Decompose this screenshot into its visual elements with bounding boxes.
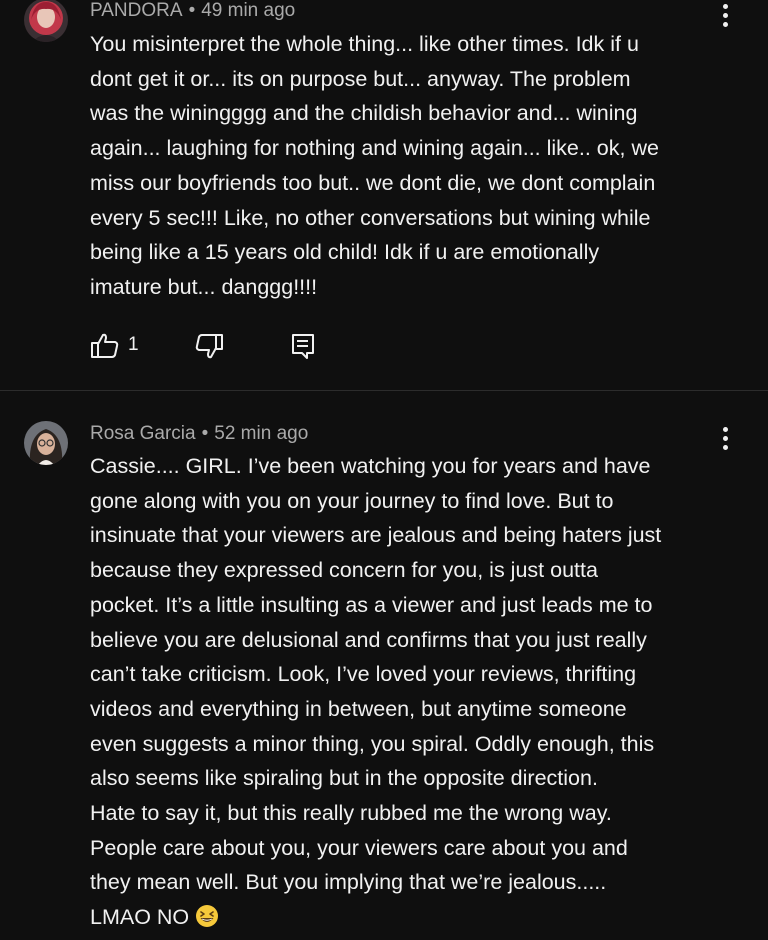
avatar[interactable] (24, 0, 68, 42)
meta-separator: • (188, 0, 196, 21)
comment-text-line: was the winingggg and the childish behav… (90, 101, 638, 126)
comment-author[interactable]: PANDORA (90, 0, 183, 21)
thumbs-up-icon (91, 333, 119, 358)
reply-icon (292, 334, 314, 359)
comment-text-line: again... laughing for nothing and wining… (90, 136, 659, 161)
comment-text: You misinterpret the whole thing... like… (90, 27, 730, 305)
comment-meta: PANDORA • 49 min ago (90, 0, 295, 22)
comment-text-line: pocket. It’s a little insulting as a vie… (90, 592, 653, 617)
comment-text-line: miss our boyfriends too but.. we dont di… (90, 170, 656, 195)
reply-button[interactable] (288, 331, 318, 361)
comment-text-line: videos and everything in between, but an… (90, 696, 627, 721)
dislike-button[interactable] (194, 331, 226, 361)
comment-text-line: also seems like spiraling but in the opp… (90, 766, 598, 791)
comment-text-line: LMAO NO (90, 905, 190, 930)
comment-pandora: PANDORA • 49 min ago You misinterpret the … (0, 0, 768, 390)
comment-text-line: Cassie.... GIRL. I’ve been watching you … (90, 454, 651, 478)
avatar-icon (24, 421, 68, 465)
comment-text-line: believe you are delusional and confirms … (90, 627, 647, 652)
like-count: 1 (128, 334, 139, 355)
comment-text-line: because they expressed concern for you, … (90, 558, 598, 583)
like-button[interactable]: 1 (90, 331, 150, 361)
meta-separator: • (201, 423, 209, 444)
more-vertical-icon[interactable] (714, 2, 738, 30)
comment-text-line: can’t take criticism. Look, I’ve loved y… (90, 662, 637, 687)
comment-text-line: dont get it or... its on purpose but... … (90, 66, 631, 91)
comment-text-line: imature but... danggg!!!! (90, 274, 318, 299)
comment-text-line: gone along with you on your journey to f… (90, 488, 614, 513)
comment-text-last-line: LMAO NO (90, 900, 730, 935)
comment-meta: Rosa Garcia • 52 min ago (90, 423, 308, 445)
comment-text-line: Hate to say it, but this really rubbed m… (90, 801, 612, 826)
comment-author[interactable]: Rosa Garcia (90, 423, 196, 444)
comment-text-line: being like a 15 years old child! Idk if … (90, 240, 600, 265)
grinning-squinting-face-emoji (196, 905, 219, 928)
comment-text-line: insinuate that your viewers are jealous … (90, 523, 662, 548)
comment-text: Cassie.... GIRL. I’ve been watching you … (90, 449, 730, 935)
comment-text-line: You misinterpret the whole thing... like… (90, 32, 639, 56)
comment-text-line: every 5 sec!!! Like, no other conversati… (90, 205, 651, 230)
comment-time[interactable]: 49 min ago (201, 0, 295, 21)
comment-text-line: they mean well. But you implying that we… (90, 870, 607, 895)
comment-text-line: People care about you, your viewers care… (90, 835, 628, 860)
comment-actions: 1 (90, 331, 330, 361)
avatar[interactable] (24, 421, 68, 465)
thumbs-down-icon (195, 334, 223, 359)
avatar-icon (24, 0, 68, 42)
comment-text-line: even suggests a minor thing, you spiral.… (90, 731, 655, 756)
comment-time[interactable]: 52 min ago (214, 423, 308, 444)
comment-rosa-garcia: Rosa Garcia • 52 min ago Cassie.... GIRL. … (0, 391, 768, 940)
